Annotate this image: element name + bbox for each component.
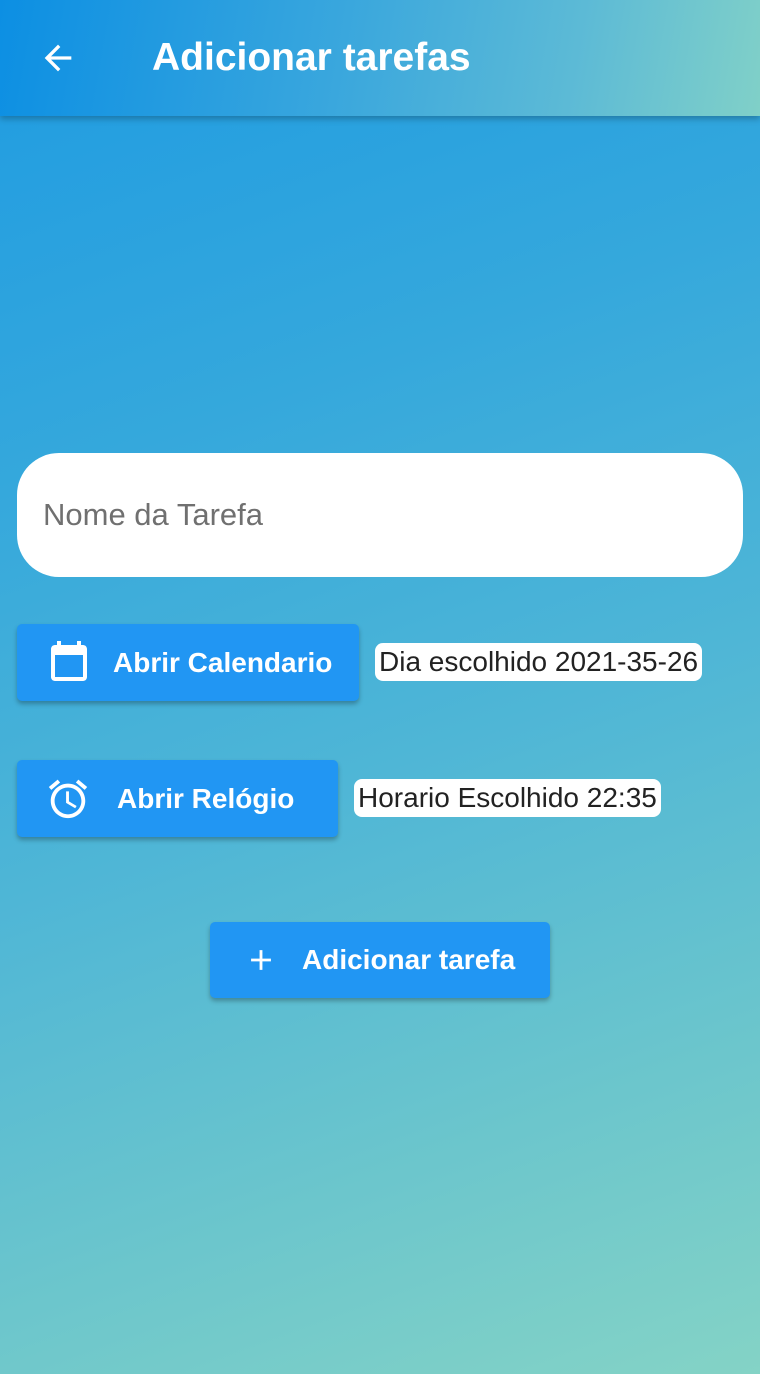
add-task-label: Adicionar tarefa [302,944,516,975]
alarm-clock-icon [45,776,91,822]
open-calendar-button[interactable]: Abrir Calendario [17,624,359,701]
selected-date-text: Dia escolhido 2021-35-26 [375,643,703,681]
back-button[interactable] [28,28,88,88]
open-calendar-label: Abrir Calendario [113,646,333,678]
arrow-back-icon [44,44,72,72]
app-bar: Adicionar tarefas [0,0,760,116]
open-clock-button[interactable]: Abrir Relógio [17,760,338,837]
task-name-input[interactable] [17,453,743,577]
page-title: Adicionar tarefas [152,36,471,79]
add-task-button[interactable]: Adicionar tarefa [210,922,550,998]
open-clock-label: Abrir Relógio [117,782,295,814]
add-task-screen: Adicionar tarefas Abrir Calendario Dia e… [0,0,760,1374]
plus-icon [244,943,278,977]
calendar-icon [45,639,93,687]
selected-time-text: Horario Escolhido 22:35 [354,779,661,817]
